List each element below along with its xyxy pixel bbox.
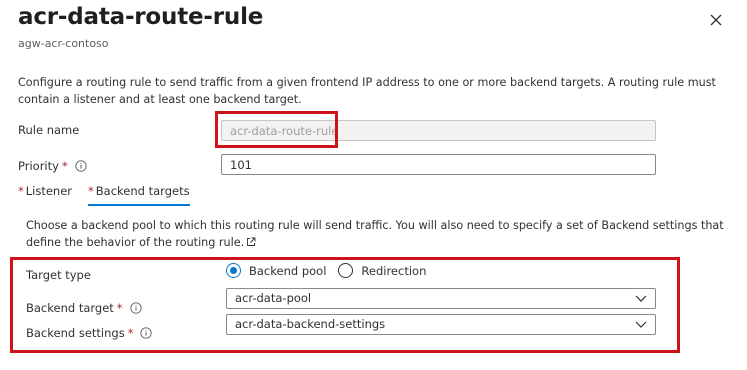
backend-target-select[interactable]: acr-data-pool [226, 288, 656, 309]
chevron-down-icon [635, 321, 647, 328]
info-icon[interactable] [129, 302, 142, 314]
backend-description: Choose a backend pool to which this rout… [26, 219, 724, 249]
priority-input[interactable] [221, 154, 656, 175]
target-type-label: Target type [26, 268, 91, 282]
info-icon[interactable] [75, 160, 87, 172]
radio-backend-pool[interactable]: Backend pool [226, 263, 326, 278]
tab-bar: * Listener * Backend targets [18, 184, 206, 206]
target-type-radio-group: Backend pool Redirection [226, 263, 438, 278]
tab-listener[interactable]: * Listener [18, 184, 72, 206]
backend-settings-select[interactable]: acr-data-backend-settings [226, 314, 656, 335]
radio-redirection[interactable]: Redirection [338, 263, 426, 278]
required-mark: * [61, 159, 68, 173]
info-icon[interactable] [140, 327, 153, 339]
rule-name-label: Rule name [18, 123, 80, 137]
radio-checked-icon [226, 263, 241, 278]
radio-unchecked-icon [338, 263, 354, 278]
page-title: acr-data-route-rule [18, 4, 264, 30]
rule-description: Configure a routing rule to send traffic… [18, 76, 716, 106]
close-icon [710, 14, 722, 26]
page-subtitle: agw-acr-contoso [18, 37, 109, 50]
chevron-down-icon [635, 295, 647, 302]
rule-name-input[interactable] [221, 120, 656, 141]
backend-settings-label: Backend settings * [26, 326, 153, 340]
priority-label: Priority * [18, 159, 87, 173]
backend-target-label: Backend target * [26, 301, 142, 315]
external-link-icon[interactable] [246, 235, 256, 246]
close-button[interactable] [706, 10, 726, 30]
tab-backend-targets[interactable]: * Backend targets [88, 184, 190, 206]
